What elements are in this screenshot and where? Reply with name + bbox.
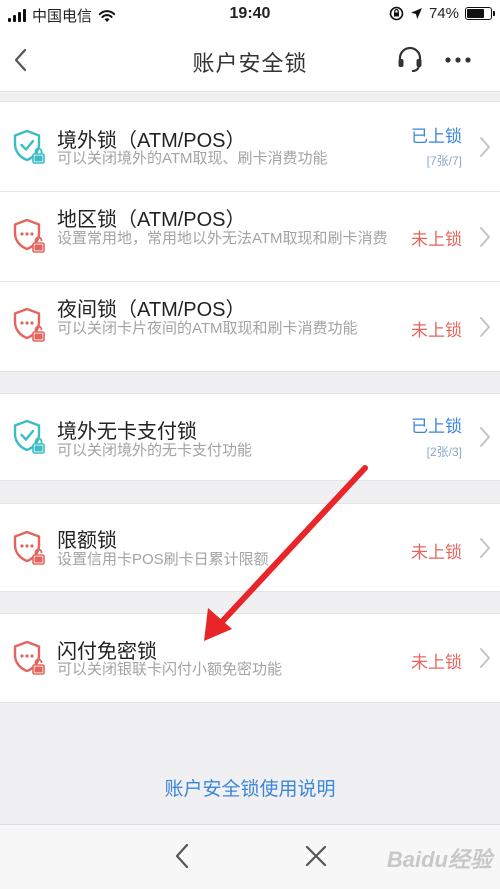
back-arrow-icon[interactable] [170,841,196,871]
lock-status: 未上锁 [411,653,462,672]
nav-bar: 账户安全锁 [0,30,500,92]
watermark-logo: Baidu经验 [386,847,492,872]
lock-group-limit: 限额锁 设置信用卡POS刷卡日累计限额 未上锁 [0,503,500,592]
status-bar: 中国电信 19:40 74% [0,0,500,30]
lock-group-quickpass: 闪付免密锁 可以关闭银联卡闪付小额免密功能 未上锁 [0,613,500,703]
lock-description: 可以关闭境外的ATM取现、刷卡消费功能 [57,150,328,167]
lock-title: 境外无卡支付锁 [57,421,197,443]
shield-lock-icon [13,307,45,342]
lock-row-region[interactable]: 地区锁（ATM/POS） 设置常用地，常用地以外无法ATM取现和刷卡消费 未上锁 [0,192,500,282]
help-link[interactable]: 账户安全锁使用说明 [0,774,500,801]
shield-lock-icon [13,419,45,454]
lock-description: 设置常用地，常用地以外无法ATM取现和刷卡消费 [57,230,388,247]
lock-description: 设置信用卡POS刷卡日累计限额 [57,551,269,568]
lock-description: 可以关闭银联卡闪付小额免密功能 [57,661,283,678]
lock-row-overseas-cnp[interactable]: 境外无卡支付锁 可以关闭境外的无卡支付功能 已上锁 [2张/3] [0,394,500,480]
location-icon [410,8,422,19]
lock-row-night[interactable]: 夜间锁（ATM/POS） 可以关闭卡片夜间的ATM取现和刷卡消费功能 未上锁 [0,282,500,371]
lock-card-count: [7张/7] [426,154,462,168]
headset-icon[interactable] [395,45,425,75]
battery-percent: 74% [428,5,459,22]
lock-row-limit[interactable]: 限额锁 设置信用卡POS刷卡日累计限额 未上锁 [0,504,500,591]
lock-status: 已上锁 [411,127,462,146]
status-right: 74% [389,5,495,22]
lock-group-cnp: 境外无卡支付锁 可以关闭境外的无卡支付功能 已上锁 [2张/3] [0,393,500,481]
chevron-right-icon [480,648,490,668]
more-icon[interactable] [443,45,473,75]
lock-description: 可以关闭卡片夜间的ATM取现和刷卡消费功能 [57,320,358,337]
orientation-lock-icon [389,6,404,21]
lock-card-count: [2张/3] [426,445,462,459]
shield-lock-icon [13,218,45,253]
chevron-right-icon [480,227,490,247]
shield-lock-icon [13,530,45,565]
page-title: 账户安全锁 [192,51,308,76]
lock-status: 未上锁 [411,230,462,249]
lock-status: 已上锁 [411,417,462,436]
chevron-right-icon [480,137,490,157]
chevron-right-icon [480,427,490,447]
chevron-right-icon [480,538,490,558]
lock-title: 地区锁（ATM/POS） [57,209,246,231]
lock-title: 限额锁 [57,530,117,552]
close-icon[interactable] [303,843,329,869]
lock-row-quickpass[interactable]: 闪付免密锁 可以关闭银联卡闪付小额免密功能 未上锁 [0,614,500,702]
lock-group-atm-pos: 境外锁（ATM/POS） 可以关闭境外的ATM取现、刷卡消费功能 已上锁 [7张… [0,101,500,372]
lock-status: 未上锁 [411,321,462,340]
battery-icon [465,7,495,20]
lock-row-overseas[interactable]: 境外锁（ATM/POS） 可以关闭境外的ATM取现、刷卡消费功能 已上锁 [7张… [0,102,500,192]
shield-lock-icon [13,640,45,675]
lock-status: 未上锁 [411,543,462,562]
lock-title: 夜间锁（ATM/POS） [57,299,246,321]
lock-description: 可以关闭境外的无卡支付功能 [57,442,253,459]
chevron-right-icon [480,317,490,337]
shield-lock-icon [13,129,45,164]
battery-fill [467,9,485,18]
